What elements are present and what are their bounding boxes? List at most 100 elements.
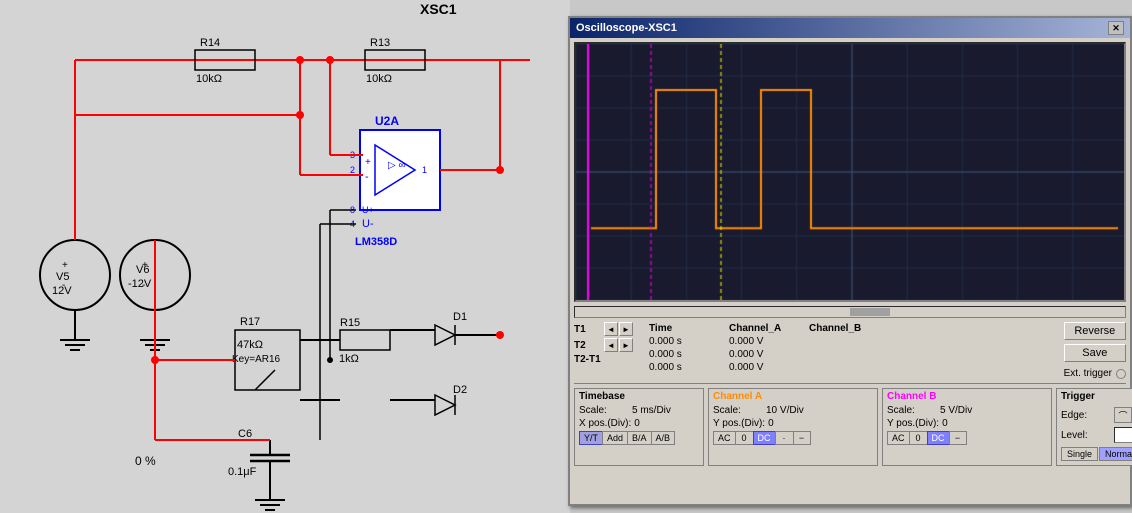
svg-text:▷ ∞: ▷ ∞ — [388, 160, 406, 171]
t2t1-time: 0.000 s — [645, 361, 725, 374]
t2t1-row: T2-T1 — [574, 354, 633, 365]
svg-text:10kΩ: 10kΩ — [366, 73, 392, 85]
t1-left-btn[interactable]: ◄ — [604, 322, 618, 336]
trigger-single-btn[interactable]: Single — [1061, 447, 1098, 461]
t1-chb — [805, 335, 885, 348]
channel-b-title: Channel B — [887, 391, 1047, 402]
t2-left-btn[interactable]: ◄ — [604, 338, 618, 352]
chb-minus-btn[interactable]: − — [949, 431, 967, 445]
chb-scale-value: 5 V/Div — [940, 405, 972, 416]
t1-cha: 0.000 V — [725, 335, 805, 348]
svg-text:V6: V6 — [136, 264, 149, 276]
trigger-section: Trigger Edge: ⌒ ⌣ A B Ext Level: — [1056, 388, 1132, 466]
measurement-table: Time Channel_A Channel_B 0.000 s 0.000 V… — [645, 322, 885, 374]
t2-row: T2 ◄ ► — [574, 338, 633, 352]
svg-text:R14: R14 — [200, 37, 220, 49]
timebase-scale-row: Scale: 5 ms/Div — [579, 405, 699, 416]
mode-add-btn[interactable]: Add — [602, 431, 627, 445]
trigger-level-input[interactable] — [1114, 427, 1132, 443]
chb-header: Channel_B — [805, 322, 885, 335]
cha-minus-btn[interactable]: − — [793, 431, 811, 445]
svg-text:2: 2 — [350, 165, 355, 175]
svg-text:-: - — [365, 171, 369, 183]
cha-coupling-row: AC 0 DC · − — [713, 431, 873, 445]
circuit-diagram: XSC1 R14 10kΩ R13 10kΩ U2A ▷ ∞ + - 3 2 1… — [0, 0, 570, 513]
edge-rising-btn[interactable]: ⌒ — [1114, 407, 1132, 423]
t1-buttons: ◄ ► — [604, 322, 633, 336]
reverse-button[interactable]: Reverse — [1064, 322, 1126, 340]
svg-text:D2: D2 — [453, 384, 467, 396]
cha-0-btn[interactable]: 0 — [735, 431, 753, 445]
svg-text:U+: U+ — [362, 205, 374, 215]
chb-scale-row: Scale: 5 V/Div — [887, 405, 1047, 416]
trigger-level-label: Level: — [1061, 430, 1111, 441]
svg-text:R13: R13 — [370, 37, 390, 49]
trigger-normal-btn[interactable]: Normal — [1099, 447, 1132, 461]
svg-text:1: 1 — [422, 165, 427, 175]
svg-text:U-: U- — [362, 218, 374, 230]
t2t1-cha: 0.000 V — [725, 361, 805, 374]
t2-right-btn[interactable]: ► — [619, 338, 633, 352]
chb-ac-btn[interactable]: AC — [887, 431, 909, 445]
chb-coupling-modes: AC 0 DC − — [887, 431, 967, 445]
trigger-mode-buttons: Single Normal Auto None — [1061, 447, 1132, 461]
t1-label: T1 — [574, 324, 602, 335]
circuit-title: XSC1 — [420, 1, 457, 17]
svg-text:12V: 12V — [52, 285, 72, 297]
chb-0-btn[interactable]: 0 — [909, 431, 927, 445]
action-buttons: Reverse Save Ext. trigger — [1064, 322, 1126, 379]
t1-time: 0.000 s — [645, 335, 725, 348]
svg-text:D1: D1 — [453, 311, 467, 323]
cha-scale-row: Scale: 10 V/Div — [713, 405, 873, 416]
svg-text:+: + — [365, 157, 371, 168]
controls-grid: Timebase Scale: 5 ms/Div X pos.(Div): 0 … — [574, 388, 1126, 466]
oscilloscope-titlebar: Oscilloscope-XSC1 ✕ — [570, 18, 1130, 38]
circuit-area: XSC1 R14 10kΩ R13 10kΩ U2A ▷ ∞ + - 3 2 1… — [0, 0, 570, 513]
channel-b-section: Channel B Scale: 5 V/Div Y pos.(Div): 0 … — [882, 388, 1052, 466]
chb-dc-btn[interactable]: DC — [927, 431, 949, 445]
osc-scrollbar[interactable] — [574, 306, 1126, 318]
svg-text:V5: V5 — [56, 271, 69, 283]
time-header: Time — [645, 322, 725, 335]
chb-scale-label: Scale: — [887, 405, 937, 416]
ext-trigger-radio[interactable] — [1116, 369, 1126, 379]
oscilloscope-screen — [574, 42, 1126, 302]
cha-dot-btn[interactable]: · — [775, 431, 793, 445]
chb-ypos-value: 0 — [942, 418, 948, 429]
cha-ac-btn[interactable]: AC — [713, 431, 735, 445]
trigger-edge-label: Edge: — [1061, 410, 1111, 421]
mode-yt-btn[interactable]: Y/T — [579, 431, 602, 445]
trigger-edge-row: Edge: ⌒ ⌣ A B Ext — [1061, 407, 1132, 423]
cha-ypos-row: Y pos.(Div): 0 — [713, 418, 873, 429]
trigger-mode-row: Single Normal Auto None — [1061, 447, 1132, 461]
mode-ba-btn[interactable]: B/A — [627, 431, 651, 445]
svg-text:47kΩ: 47kΩ — [237, 339, 263, 351]
mode-ab-btn[interactable]: A/B — [651, 431, 676, 445]
timebase-mode-row: Y/T Add B/A A/B — [579, 431, 699, 445]
timebase-title: Timebase — [579, 391, 699, 402]
t2-buttons: ◄ ► — [604, 338, 633, 352]
t1-row: T1 ◄ ► — [574, 322, 633, 336]
close-button[interactable]: ✕ — [1108, 21, 1124, 35]
cha-ypos-value: 0 — [768, 418, 774, 429]
save-button[interactable]: Save — [1064, 344, 1126, 362]
trigger-level-row: Level: V — [1061, 427, 1132, 443]
svg-text:U2A: U2A — [375, 114, 399, 128]
t2-cha: 0.000 V — [725, 348, 805, 361]
svg-text:+: + — [62, 260, 68, 271]
ext-trigger-row: Ext. trigger — [1064, 368, 1126, 379]
cha-scale-label: Scale: — [713, 405, 763, 416]
timebase-scale-value: 5 ms/Div — [632, 405, 671, 416]
t1-right-btn[interactable]: ► — [619, 322, 633, 336]
scroll-thumb[interactable] — [850, 308, 890, 316]
timebase-section: Timebase Scale: 5 ms/Div X pos.(Div): 0 … — [574, 388, 704, 466]
t2-chb — [805, 348, 885, 361]
cha-scale-value: 10 V/Div — [766, 405, 804, 416]
chb-coupling-row: AC 0 DC − — [887, 431, 1047, 445]
channel-a-section: Channel A Scale: 10 V/Div Y pos.(Div): 0… — [708, 388, 878, 466]
cha-dc-btn[interactable]: DC — [753, 431, 775, 445]
svg-text:10kΩ: 10kΩ — [196, 73, 222, 85]
cha-header: Channel_A — [725, 322, 805, 335]
measurement-row: T1 ◄ ► T2 ◄ ► T2-T1 — [574, 322, 1126, 379]
controls-bottom: Timebase Scale: 5 ms/Div X pos.(Div): 0 … — [574, 383, 1126, 466]
